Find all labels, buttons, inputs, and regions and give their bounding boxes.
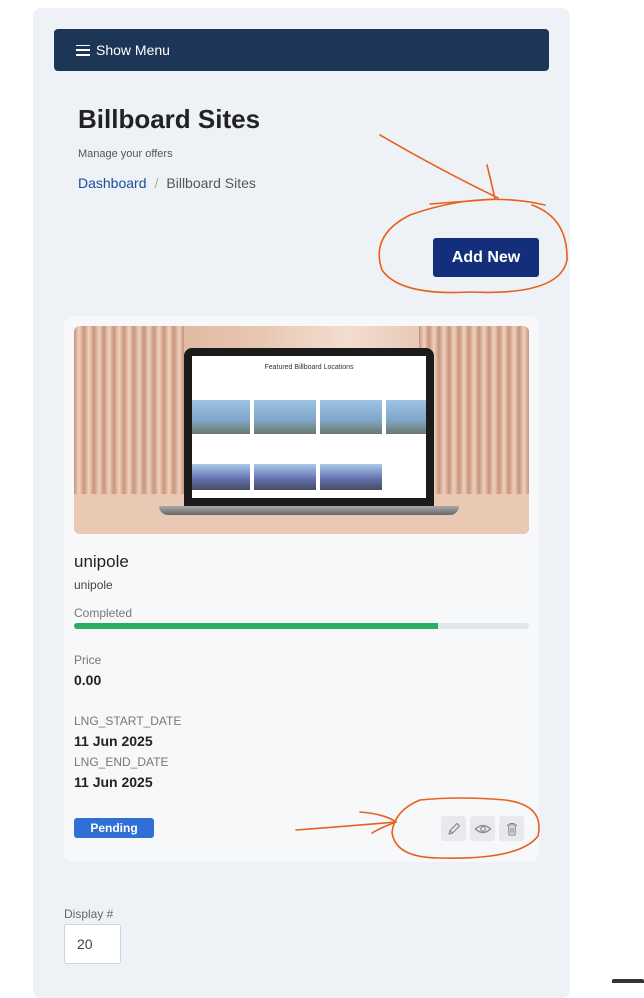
screen-tile bbox=[386, 400, 426, 434]
card-actions bbox=[441, 816, 524, 841]
display-count-input[interactable] bbox=[64, 924, 121, 964]
delete-button[interactable] bbox=[499, 816, 524, 841]
eye-icon bbox=[474, 824, 491, 833]
breadcrumb-separator: / bbox=[154, 175, 159, 191]
progress-label: Completed bbox=[74, 606, 133, 620]
card-title: unipole bbox=[74, 552, 129, 571]
laptop-base bbox=[159, 506, 459, 515]
display-count-label: Display # bbox=[64, 907, 114, 921]
hamburger-icon bbox=[76, 44, 90, 56]
trash-icon bbox=[506, 822, 517, 836]
end-date-label: LNG_END_DATE bbox=[74, 755, 169, 769]
screen-tile bbox=[192, 464, 250, 490]
breadcrumb-dashboard-link[interactable]: Dashboard bbox=[78, 175, 147, 191]
progress-bar bbox=[74, 623, 529, 629]
screen-tile bbox=[192, 400, 250, 434]
show-menu-button[interactable]: Show Menu bbox=[54, 29, 549, 71]
price-label: Price bbox=[74, 653, 102, 667]
view-button[interactable] bbox=[470, 816, 495, 841]
end-date-value: 11 Jun 2025 bbox=[74, 774, 153, 790]
status-badge: Pending bbox=[74, 818, 154, 838]
card-subtitle: unipole bbox=[74, 578, 113, 592]
screen-tile bbox=[254, 400, 316, 434]
breadcrumb: Dashboard / Billboard Sites bbox=[78, 175, 256, 191]
start-date-label: LNG_START_DATE bbox=[74, 714, 182, 728]
screen-heading: Featured Billboard Locations bbox=[264, 364, 354, 371]
edit-button[interactable] bbox=[441, 816, 466, 841]
price-value: 0.00 bbox=[74, 672, 102, 688]
show-menu-label: Show Menu bbox=[96, 42, 170, 58]
laptop-mockup: Featured Billboard Locations bbox=[184, 348, 434, 506]
billboard-card: Featured Billboard Locations unipole uni… bbox=[64, 316, 539, 862]
page-subtitle: Manage your offers bbox=[78, 148, 173, 160]
billboard-thumbnail[interactable]: Featured Billboard Locations bbox=[74, 326, 529, 534]
breadcrumb-current: Billboard Sites bbox=[166, 175, 256, 191]
progress-bar-fill bbox=[74, 623, 438, 629]
screen-tile bbox=[254, 464, 316, 490]
page-title: Billboard Sites bbox=[78, 104, 261, 134]
start-date-value: 11 Jun 2025 bbox=[74, 733, 153, 749]
screen-tile bbox=[320, 464, 382, 490]
corner-artifact bbox=[612, 979, 644, 983]
laptop-screen: Featured Billboard Locations bbox=[192, 356, 426, 498]
add-new-button[interactable]: Add New bbox=[433, 238, 539, 277]
screen-tile bbox=[320, 400, 382, 434]
pencil-icon bbox=[447, 822, 460, 835]
